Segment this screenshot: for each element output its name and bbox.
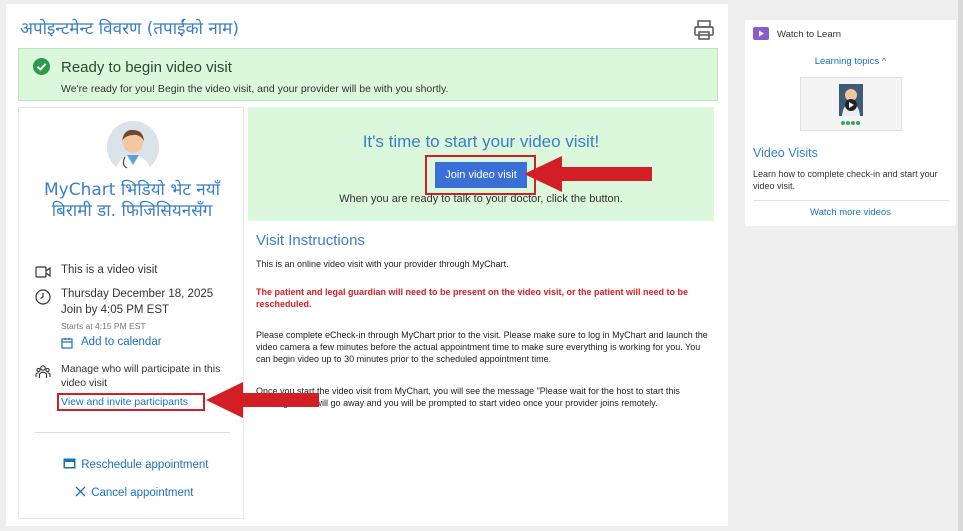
arrow-to-invite-icon xyxy=(206,382,319,418)
instruction-paragraph: This is an online video visit with your … xyxy=(256,259,509,269)
ready-banner: Ready to begin video visit We're ready f… xyxy=(18,48,718,101)
instruction-warning: The patient and legal guardian will need… xyxy=(256,287,689,309)
watch-video-icon xyxy=(753,27,769,40)
banner-title: Ready to begin video visit xyxy=(61,59,232,76)
watch-to-learn-label: Watch to Learn xyxy=(777,29,842,40)
starts-at-time: Starts at 4:15 PM EST xyxy=(61,321,146,331)
participants-icon xyxy=(35,364,51,380)
video-thumbnail[interactable] xyxy=(800,77,902,131)
calendar-icon xyxy=(61,337,77,353)
reschedule-icon xyxy=(63,458,76,469)
video-camera-icon xyxy=(35,265,51,281)
instruction-paragraph: Once you start the video visit from MyCh… xyxy=(256,386,680,408)
close-icon xyxy=(75,486,86,497)
join-video-visit-button[interactable]: Join video visit xyxy=(435,162,527,188)
video-visits-description: Learn how to complete check-in and start… xyxy=(753,169,938,191)
page-title: अपोइन्टमेन्ट विवरण (तपाईंको नाम) xyxy=(20,19,239,39)
banner-text: We're ready for you! Begin the video vis… xyxy=(61,83,449,95)
appointment-date: Thursday December 18, 2025 xyxy=(61,288,214,300)
visit-instructions-title: Visit Instructions xyxy=(256,232,365,249)
learning-topics-toggle[interactable]: Learning topics ^ xyxy=(745,56,956,67)
arrow-to-join-icon xyxy=(524,156,652,192)
reschedule-button[interactable]: Reschedule appointment xyxy=(63,458,208,471)
printer-icon[interactable] xyxy=(692,18,716,42)
video-heading: It's time to start your video visit! xyxy=(362,132,600,151)
scrollbar[interactable] xyxy=(958,0,963,531)
video-subtext: When you are ready to talk to your docto… xyxy=(339,193,623,205)
cancel-appointment-button[interactable]: Cancel appointment xyxy=(75,486,194,499)
view-invite-participants-link[interactable]: View and invite participants xyxy=(61,396,188,408)
divider xyxy=(35,432,230,433)
watch-more-videos-link[interactable]: Watch more videos xyxy=(745,207,956,218)
check-circle-icon xyxy=(33,58,50,75)
avatar xyxy=(107,121,159,173)
join-by-time: Join by 4:05 PM EST xyxy=(61,304,170,316)
video-visits-title: Video Visits xyxy=(753,146,818,160)
provider-name: MyChart भिडियो भेट नयाँ बिरामी डा. फिजिस… xyxy=(44,180,220,221)
watch-to-learn-card: Watch to Learn Learning topics ^ Video V… xyxy=(745,20,956,226)
divider xyxy=(753,200,949,201)
clock-icon xyxy=(35,289,51,305)
instruction-paragraph: Please complete eCheck-in through MyChar… xyxy=(256,330,708,364)
provider-card: MyChart भिडियो भेट नयाँ बिरामी डा. फिजिस… xyxy=(18,107,244,519)
